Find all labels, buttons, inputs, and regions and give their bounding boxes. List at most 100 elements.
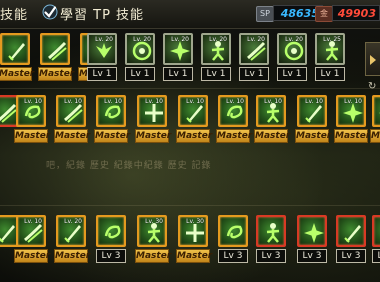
skill-slot[interactable] bbox=[256, 215, 286, 247]
skill-slot[interactable] bbox=[96, 215, 126, 247]
skill-level-badge: Lv 1 bbox=[315, 67, 345, 81]
skill-slot[interactable]: Lv. 10 bbox=[256, 95, 286, 127]
skill-tile[interactable]: Lv. 10 bbox=[16, 215, 46, 247]
skill-slot[interactable]: Lv. 10 bbox=[218, 95, 248, 127]
master-badge: Master bbox=[334, 129, 371, 143]
skill-tile[interactable] bbox=[336, 215, 366, 247]
skill-required-level: Lv. 20 bbox=[209, 36, 227, 43]
skill-slot[interactable] bbox=[218, 215, 248, 247]
skill-level-badge: Lv 1 bbox=[163, 67, 193, 81]
skill-tile[interactable]: Lv. 20 bbox=[163, 33, 193, 65]
skill-tile[interactable]: Lv. 20 bbox=[277, 33, 307, 65]
skill-tile[interactable] bbox=[297, 215, 327, 247]
master-badge: Master bbox=[14, 129, 51, 143]
skill-tile[interactable]: Lv. 25 bbox=[315, 33, 345, 65]
master-badge: Master bbox=[54, 249, 91, 263]
skill-tile[interactable]: Lv. 20 bbox=[201, 33, 231, 65]
skill-required-level: Lv. 10 bbox=[145, 98, 163, 105]
skill-slot[interactable]: Lv. 20 bbox=[125, 33, 155, 65]
skill-slot[interactable]: Lv. 10 bbox=[137, 95, 167, 127]
next-page-arrow[interactable] bbox=[365, 42, 380, 76]
tp-skill-title: 學習 TP 技能 bbox=[60, 8, 145, 23]
skill-slot[interactable]: Lv. 30 bbox=[137, 215, 167, 247]
row-divider bbox=[0, 88, 380, 89]
skill-slot[interactable] bbox=[336, 215, 366, 247]
skill-tile[interactable] bbox=[96, 215, 126, 247]
skill-slot[interactable]: Lv. 10 bbox=[336, 95, 366, 127]
skill-level-badge: Lv 3 bbox=[336, 249, 366, 263]
master-badge: Master bbox=[135, 129, 172, 143]
skill-tile[interactable]: Lv. 20 bbox=[87, 33, 117, 65]
skill-slot[interactable]: Lv. 20 bbox=[201, 33, 231, 65]
skill-slot[interactable]: Lv. 10 bbox=[16, 215, 46, 247]
skill-required-level: Lv. 10 bbox=[264, 98, 282, 105]
skill-slot[interactable]: Lv. 10 bbox=[372, 95, 380, 127]
skill-required-level: Lv. 20 bbox=[133, 36, 151, 43]
skill-tile[interactable]: Lv. 20 bbox=[56, 215, 86, 247]
skill-slot[interactable]: Lv. 10 bbox=[16, 95, 46, 127]
skill-level-badge: Lv 1 bbox=[201, 67, 231, 81]
master-badge: Master bbox=[254, 129, 291, 143]
master-badge: Master bbox=[176, 129, 213, 143]
checkmark-icon[interactable] bbox=[42, 4, 58, 20]
skill-slot[interactable]: Lv. 10 bbox=[56, 95, 86, 127]
skill-slot[interactable]: Lv. 20 bbox=[277, 33, 307, 65]
skill-tile[interactable]: Lv. 20 bbox=[125, 33, 155, 65]
skill-tile[interactable]: Lv. 10 bbox=[16, 95, 46, 127]
gold-icon: 金 bbox=[315, 6, 333, 22]
skill-tile[interactable] bbox=[256, 215, 286, 247]
skill-required-level: Lv. 20 bbox=[285, 36, 303, 43]
skill-required-level: Lv. 30 bbox=[145, 218, 163, 225]
skill-tile[interactable]: Lv. 20 bbox=[239, 33, 269, 65]
skill-tile[interactable]: Lv. 10 bbox=[56, 95, 86, 127]
skill-slot[interactable] bbox=[372, 215, 380, 247]
skill-tile[interactable]: Lv. 10 bbox=[137, 95, 167, 127]
skill-level-badge: Lv 1 bbox=[239, 67, 269, 81]
skill-slot[interactable]: Lv. 20 bbox=[239, 33, 269, 65]
skill-slot[interactable]: Lv. 20 bbox=[87, 33, 117, 65]
skill-slot[interactable]: Lv. 10 bbox=[178, 95, 208, 127]
skill-tile[interactable]: Lv. 10 bbox=[178, 95, 208, 127]
skill-required-level: Lv. 20 bbox=[247, 36, 265, 43]
skill-slot[interactable]: Lv. 10 bbox=[297, 95, 327, 127]
skill-level-badge: Lv 3 bbox=[256, 249, 286, 263]
skill-tile[interactable] bbox=[218, 215, 248, 247]
skill-level-badge: Lv 1 bbox=[277, 67, 307, 81]
skill-tab-label[interactable]: 技能 bbox=[0, 4, 28, 23]
master-badge: Master bbox=[38, 67, 75, 81]
skill-slot[interactable]: Lv. 10 bbox=[96, 95, 126, 127]
gold-value: 49903 bbox=[332, 5, 380, 21]
skill-tile[interactable]: Lv. 10 bbox=[218, 95, 248, 127]
master-badge: Master bbox=[54, 129, 91, 143]
master-badge: Master bbox=[135, 249, 172, 263]
skill-tile[interactable]: Lv. 10 bbox=[372, 95, 380, 127]
skill-tile[interactable]: Lv. 10 bbox=[336, 95, 366, 127]
skill-tile[interactable]: Lv. 30 bbox=[178, 215, 208, 247]
skill-required-level: Lv. 10 bbox=[104, 98, 122, 105]
skill-slot[interactable]: Lv. 20 bbox=[163, 33, 193, 65]
skill-tile[interactable]: Lv. 10 bbox=[96, 95, 126, 127]
skill-slot[interactable] bbox=[0, 33, 30, 65]
skill-level-badge: Lv 1 bbox=[125, 67, 155, 81]
master-badge: Master bbox=[216, 129, 253, 143]
skill-tile[interactable] bbox=[40, 33, 70, 65]
skill-slot[interactable]: Lv. 30 bbox=[178, 215, 208, 247]
reset-icon[interactable]: ↻ bbox=[368, 81, 376, 92]
skill-header: 技能 學習 TP 技能 SP 48635 金 49903 bbox=[0, 0, 380, 29]
skill-tile[interactable]: Lv. 10 bbox=[256, 95, 286, 127]
skill-slot[interactable] bbox=[297, 215, 327, 247]
skill-required-level: Lv. 10 bbox=[226, 98, 244, 105]
skill-tile[interactable] bbox=[372, 215, 380, 247]
skill-level-badge: Lv 3 bbox=[96, 249, 126, 263]
skill-slot[interactable]: Lv. 25 bbox=[315, 33, 345, 65]
master-badge: Master bbox=[94, 129, 131, 143]
skill-slot[interactable]: Lv. 20 bbox=[56, 215, 86, 247]
skill-tile[interactable]: Lv. 30 bbox=[137, 215, 167, 247]
skill-required-level: Lv. 10 bbox=[64, 98, 82, 105]
skill-slot[interactable] bbox=[40, 33, 70, 65]
skill-required-level: Lv. 10 bbox=[186, 98, 204, 105]
background-scene-text: 吧，紀錄 歷史 紀錄中紀錄 歷史 記錄 bbox=[46, 161, 212, 171]
skill-tile[interactable] bbox=[0, 33, 30, 65]
skill-tile[interactable]: Lv. 10 bbox=[297, 95, 327, 127]
skill-required-level: Lv. 20 bbox=[171, 36, 189, 43]
